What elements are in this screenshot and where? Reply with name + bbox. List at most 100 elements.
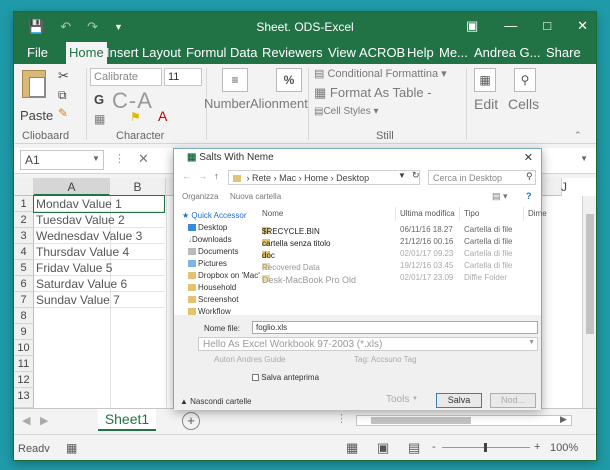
add-sheet-button[interactable]: +	[182, 412, 200, 430]
tab-help[interactable]: Help	[407, 45, 434, 60]
address-bar[interactable]: › Rete › Mac › Home › Desktop	[228, 170, 420, 185]
collapse-ribbon-icon[interactable]: ⌃	[574, 130, 582, 141]
column-header[interactable]: J	[554, 178, 574, 196]
list-item[interactable]: doc 02/01/17 09.23 Cartella di file	[258, 247, 543, 260]
address-dropdown-icon[interactable]: ▼	[398, 171, 406, 180]
tab-data[interactable]: Data	[230, 45, 257, 60]
organize-button[interactable]: Organizza	[182, 192, 218, 201]
row-header[interactable]: 2	[14, 212, 34, 228]
breadcrumb-item[interactable]: Rete	[252, 173, 271, 183]
column-header-name[interactable]: Nome	[258, 207, 396, 221]
cell-a5[interactable]: Fridav Value 5	[34, 260, 164, 276]
row-header[interactable]: 13	[14, 388, 34, 408]
breadcrumb-item[interactable]: Home	[304, 173, 328, 183]
list-item[interactable]: Recovered Data 19/12/16 03.45 Cartella d…	[258, 259, 543, 272]
list-item[interactable]: Desk-MacBook Pro Old 02/01/17 23.09 Diff…	[258, 271, 543, 285]
sheet-tab-sheet1[interactable]: Sheet1	[98, 409, 156, 431]
page-layout-icon[interactable]: ▣	[377, 440, 389, 456]
authors-field[interactable]: Autori Andres Guide	[214, 355, 286, 364]
percent-icon[interactable]: %	[276, 68, 302, 92]
tab-insert[interactable]: Insert	[106, 45, 139, 60]
tab-tell-me[interactable]: Me...	[439, 45, 468, 60]
row-header[interactable]: 7	[14, 292, 34, 308]
alignment-group-button[interactable]: Alionment	[250, 96, 308, 111]
cancel-button[interactable]: Nod...	[490, 393, 536, 408]
filetype-dropdown-icon[interactable]: ▼	[528, 339, 535, 346]
new-folder-button[interactable]: Nuova cartella	[230, 192, 281, 201]
normal-view-icon[interactable]: ▦	[346, 440, 358, 456]
cell-a6[interactable]: Saturdav Value 6	[34, 276, 164, 292]
font-name-box[interactable]: Calibrate	[90, 68, 162, 86]
row-header[interactable]: 6	[14, 276, 34, 292]
maximize-icon[interactable]: □	[543, 18, 551, 34]
close-icon[interactable]: ✕	[577, 18, 588, 34]
conditional-formatting-button[interactable]: ▤ Conditional Formattina ▾	[314, 67, 447, 80]
zoom-out-button[interactable]: -	[432, 441, 436, 453]
row-header[interactable]: 1	[14, 196, 34, 212]
zoom-slider-thumb[interactable]	[484, 443, 487, 452]
ribbon-display-icon[interactable]: ▣	[466, 18, 478, 34]
column-header-type[interactable]: Tipo	[460, 207, 524, 221]
edit-button[interactable]: Edit	[474, 96, 498, 112]
expand-formula-icon[interactable]: ▼	[580, 154, 588, 163]
sidebar-item-downloads[interactable]: ↓Downloads	[188, 235, 232, 244]
tab-home[interactable]: Home	[66, 42, 107, 64]
sidebar-item-quick-access[interactable]: ★ Quick Accessor	[182, 211, 247, 220]
select-all-corner[interactable]	[14, 178, 34, 196]
tab-splitter-icon[interactable]: ⋮	[336, 412, 347, 425]
row-header[interactable]: 3	[14, 228, 34, 244]
sidebar-item-documents[interactable]: Documents	[188, 247, 238, 256]
cells-button[interactable]: Cells	[508, 96, 539, 112]
row-header[interactable]: 12	[14, 372, 34, 388]
column-header-modified[interactable]: Ultima modifica	[396, 207, 460, 221]
column-header[interactable]: A	[34, 178, 110, 196]
filetype-select[interactable]: Hello As Excel Workbook 97-2003 (*.xls)	[198, 337, 538, 351]
cell-a4[interactable]: Thursdav Value 4	[34, 244, 164, 260]
tab-layout[interactable]: Layout	[142, 45, 181, 60]
forward-icon[interactable]: →	[198, 171, 207, 181]
zoom-level[interactable]: 100%	[550, 442, 578, 454]
copy-icon[interactable]: ⧉	[58, 88, 67, 103]
scroll-right-icon[interactable]: ▶	[40, 414, 48, 427]
tab-file[interactable]: File	[27, 45, 48, 60]
view-options-icon[interactable]: ▤ ▾	[492, 191, 508, 202]
paste-icon[interactable]	[22, 70, 46, 98]
breadcrumb-item[interactable]: Mac	[279, 173, 296, 183]
zoom-in-button[interactable]: +	[534, 441, 540, 453]
cell-styles-button[interactable]: ▤Cell Styles ▾	[314, 106, 379, 117]
tab-acrobat[interactable]: ACROB	[359, 45, 405, 60]
cut-icon[interactable]: ✂	[58, 68, 69, 84]
save-button[interactable]: Salva	[436, 393, 482, 408]
row-header[interactable]: 10	[14, 340, 34, 356]
column-header-size[interactable]: Dime	[524, 207, 547, 221]
filename-input[interactable]: foglio.xls	[252, 321, 538, 334]
alignment-icon[interactable]: ≡	[222, 68, 248, 92]
number-group-button[interactable]: Number	[204, 96, 250, 111]
bold-button[interactable]: G	[94, 92, 104, 107]
cell-a3[interactable]: Wednesdav Value 3	[34, 228, 164, 244]
tools-button[interactable]: Tools	[386, 394, 409, 405]
share-button[interactable]: Share	[546, 45, 581, 60]
cell-a7[interactable]: Sundav Value 7	[34, 292, 164, 308]
fill-color-icon[interactable]: ⚑	[130, 110, 141, 124]
scrollbar-thumb[interactable]	[586, 214, 594, 334]
scroll-right-arrow-icon[interactable]: ▶	[560, 414, 567, 425]
sidebar-item-household[interactable]: Household	[188, 283, 236, 292]
paste-button[interactable]: Paste	[20, 108, 53, 123]
refresh-icon[interactable]: ↻	[412, 170, 420, 181]
row-header[interactable]: 8	[14, 308, 34, 324]
horizontal-scrollbar[interactable]	[356, 415, 572, 426]
macro-record-icon[interactable]: ▦	[66, 441, 77, 455]
vertical-scrollbar[interactable]	[582, 196, 596, 408]
cell-a1[interactable]: Mondav Value 1	[33, 195, 165, 213]
zoom-slider[interactable]	[442, 443, 530, 452]
tags-field[interactable]: Tag: Accsuno Tag	[354, 355, 417, 364]
column-header[interactable]: B	[110, 178, 166, 196]
dialog-close-icon[interactable]: ✕	[524, 151, 533, 164]
cancel-entry-icon[interactable]: ✕	[138, 151, 149, 167]
borders-icon[interactable]: ▦	[94, 112, 105, 126]
sidebar-item-desktop[interactable]: Desktop	[188, 223, 227, 232]
row-header[interactable]: 11	[14, 356, 34, 372]
cell-a2[interactable]: Tuesdav Value 2	[34, 212, 164, 228]
tab-formulas[interactable]: Formul	[186, 45, 226, 60]
